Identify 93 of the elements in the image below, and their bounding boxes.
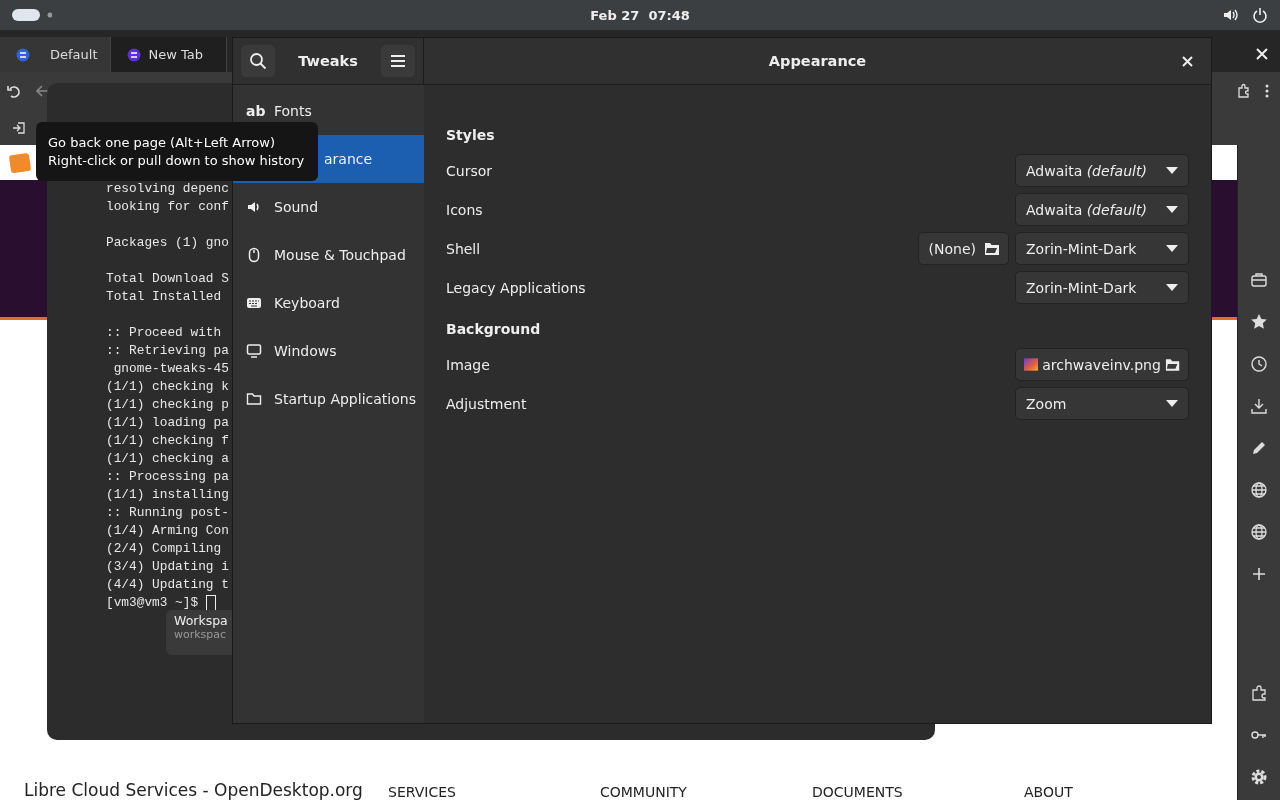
terminal-line: (1/4) Arming Con (106, 522, 229, 540)
volume-icon[interactable] (1222, 7, 1238, 23)
terminal-line: (1/1) checking a (106, 450, 229, 468)
clock-icon[interactable] (1250, 355, 1268, 373)
tab-favicon-icon (16, 47, 30, 62)
globe-icon[interactable] (1250, 523, 1268, 541)
section-heading: Background (446, 321, 542, 337)
setting-label: Adjustment (446, 395, 527, 412)
tab-favicon-icon (126, 47, 141, 62)
terminal-line: Total Installed (106, 288, 222, 306)
footer-heading[interactable]: ABOUT (1024, 784, 1124, 800)
image-thumbnail-icon (1024, 358, 1039, 371)
folder-icon (246, 391, 262, 407)
activities-icon[interactable] (12, 8, 52, 22)
caret-icon (1166, 206, 1178, 213)
dropdown[interactable]: Adwaita (default) (1015, 154, 1189, 187)
close-icon[interactable] (1182, 56, 1193, 67)
sign-in-icon[interactable] (12, 120, 26, 135)
terminal-line: (2/4) Compiling (106, 540, 222, 558)
terminal-line: (3/4) Updating i (106, 558, 229, 576)
keyboard-icon (246, 295, 262, 311)
plus-icon[interactable] (1250, 565, 1268, 583)
terminal-line: (1/1) installing (106, 486, 229, 504)
search-icon (249, 52, 267, 70)
footer-heading[interactable]: DOCUMENTS (812, 784, 1024, 800)
terminal-line: (1/1) checking p (106, 396, 229, 414)
footer-heading[interactable]: COMMUNITY (600, 784, 812, 800)
power-icon[interactable] (1252, 7, 1268, 23)
page-title: Appearance (768, 53, 867, 69)
terminal-line: :: Processing pa (106, 468, 229, 486)
menu-icon (390, 54, 406, 68)
close-icon[interactable] (1256, 48, 1268, 60)
terminal-line: :: Running post- (106, 504, 229, 522)
section-heading: Styles (446, 127, 496, 143)
puzzle-icon[interactable] (1250, 684, 1268, 702)
monitor-icon (246, 343, 262, 359)
clock[interactable]: Feb 27 07:48 (580, 7, 700, 23)
terminal-line: resolving depenc (106, 180, 229, 198)
menu-button[interactable] (381, 45, 415, 77)
terminal-line: Total Download S (106, 270, 229, 288)
browser-tab[interactable]: Default (0, 37, 111, 72)
terminal-line: (1/1) checking f (106, 432, 229, 450)
terminal-line: Packages (1) gno (106, 234, 229, 252)
footer-heading[interactable]: SERVICES (388, 784, 600, 800)
setting-label: Shell (446, 240, 481, 257)
star-icon[interactable] (1250, 313, 1268, 331)
briefcase-icon[interactable] (1250, 271, 1268, 289)
sidebar-item[interactable]: Keyboard (233, 279, 424, 327)
terminal-line: (4/4) Updating t (106, 576, 229, 594)
sidebar-item[interactable]: Sound (233, 183, 424, 231)
window-title: Tweaks (298, 53, 358, 69)
back-arrow-icon[interactable] (34, 83, 50, 99)
file-button[interactable]: (None) (918, 232, 1009, 265)
setting-label: Icons (446, 201, 483, 218)
setting-label: Image (446, 356, 490, 373)
dropdown[interactable]: Zoom (1015, 387, 1189, 420)
folder-icon (1164, 357, 1180, 372)
caret-icon (1166, 167, 1178, 174)
setting-label: Cursor (446, 162, 493, 179)
site-title[interactable]: Libre Cloud Services - OpenDesktop.org (24, 780, 388, 800)
mouse-icon (246, 247, 262, 263)
search-button[interactable] (241, 45, 275, 77)
file-chooser-button[interactable]: archwaveinv.png (1015, 348, 1189, 381)
terminal-line: :: Proceed with (106, 324, 222, 342)
sidebar-item[interactable]: Windows (233, 327, 424, 375)
dropdown[interactable]: Adwaita (default) (1015, 193, 1189, 226)
puzzle-icon[interactable] (1236, 83, 1252, 99)
popup-subtitle: workspac (174, 628, 228, 641)
download-icon[interactable] (1250, 397, 1268, 415)
more-icon[interactable] (1264, 83, 1270, 99)
setting-label: Legacy Applications (446, 279, 586, 296)
sidebar-item[interactable]: Mouse & Touchpad (233, 231, 424, 279)
terminal-line: :: Retrieving pa (106, 342, 229, 360)
gear-icon[interactable] (1250, 768, 1268, 786)
popup-title: Workspa (174, 613, 229, 628)
terminal-line: looking for conf (106, 198, 229, 216)
dropdown[interactable]: Zorin-Mint-Dark (1015, 271, 1189, 304)
undo-icon[interactable] (6, 83, 22, 99)
terminal-line: (1/1) loading pa (106, 414, 229, 432)
terminal-line: [vm3@vm3 ~]$ (106, 594, 199, 612)
caret-icon (1166, 284, 1178, 291)
terminal-line: gnome-tweaks-45 (112, 360, 229, 378)
sidebar-item[interactable]: Startup Applications (233, 375, 424, 423)
pencil-icon[interactable] (1250, 439, 1268, 457)
dropdown[interactable]: Zorin-Mint-Dark (1015, 232, 1189, 265)
terminal-line: (1/1) checking k (106, 378, 229, 396)
globe-icon[interactable] (1250, 481, 1268, 499)
caret-icon (1166, 245, 1178, 252)
sidebar-item[interactable]: ab Fonts (233, 87, 424, 135)
speaker-icon (246, 199, 262, 215)
browser-tab[interactable]: New Tab (110, 37, 227, 72)
caret-icon (1166, 400, 1178, 407)
folder-icon (984, 241, 1000, 256)
